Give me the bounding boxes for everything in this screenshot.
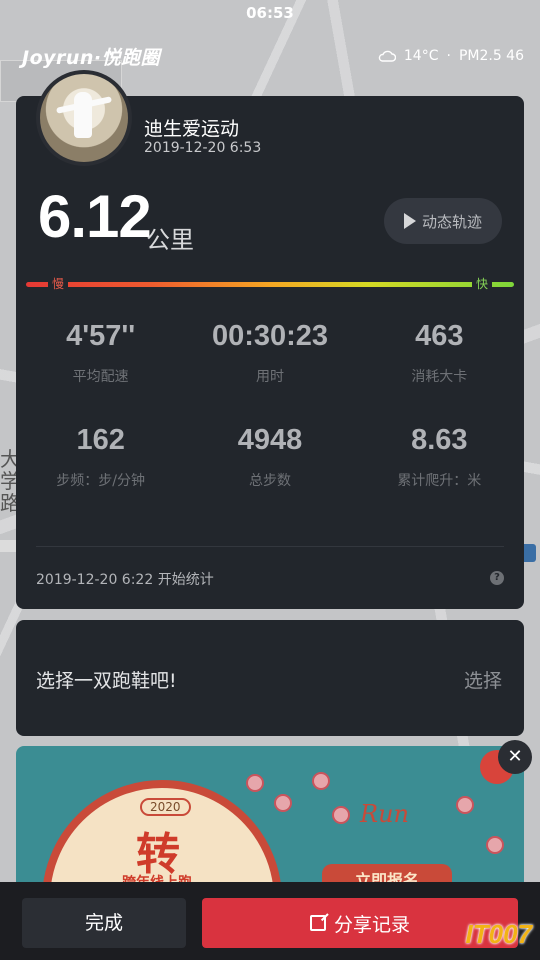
blossom-icon (486, 836, 504, 854)
route-replay-label: 动态轨迹 (421, 212, 482, 231)
pace-fast-label: 快 (471, 276, 492, 292)
site-watermark: IT007 (465, 919, 533, 949)
stat-label: 用时 (255, 369, 284, 385)
stat-label: 消耗大卡 (411, 369, 468, 385)
bottom-action-bar: 完成 分享记录 (0, 882, 540, 960)
promo-banner[interactable]: 2020 转 跨年线上跑 Run 立即报名 (16, 746, 524, 886)
divider (36, 546, 504, 547)
banner-run-text: Run (360, 800, 409, 828)
shoe-prompt: 选择一双跑鞋吧! (36, 670, 177, 692)
stat-value: 8.63 (411, 424, 468, 456)
run-datetime: 2019-12-20 6:53 (144, 140, 262, 156)
status-bar-time: 06:53 (246, 4, 294, 22)
share-icon (309, 915, 326, 931)
blossom-icon (332, 806, 350, 824)
stat-label: 总步数 (248, 473, 291, 489)
distance-unit: 公里 (146, 226, 194, 254)
stat-average-pace: 4'57'' 平均配速 (16, 318, 185, 386)
stat-duration: 00:30:23 用时 (185, 318, 354, 386)
stat-total-steps: 4948 总步数 (185, 422, 354, 490)
stats-grid: 4'57'' 平均配速 00:30:23 用时 463 消耗大卡 162 步频：… (16, 318, 524, 490)
blossom-icon (246, 774, 264, 792)
weather-info: 14°C · PM2.5 46 (378, 48, 524, 64)
stat-calories: 463 消耗大卡 (355, 318, 524, 386)
blossom-icon (456, 796, 474, 814)
avatar[interactable] (36, 70, 132, 166)
temperature: 14°C (403, 48, 439, 64)
play-icon (403, 213, 416, 229)
stat-label: 步频：步/分钟 (56, 473, 146, 489)
share-record-label: 分享记录 (333, 913, 410, 936)
stat-label: 累计爬升：米 (397, 473, 482, 489)
user-name: 迪生爱运动 (144, 118, 240, 140)
blossom-icon (274, 794, 292, 812)
close-icon[interactable]: ✕ (498, 740, 532, 774)
shoe-select-card[interactable]: 选择一双跑鞋吧! 选择 (16, 620, 524, 736)
stat-elevation-gain: 8.63 累计爬升：米 (355, 422, 524, 490)
done-button[interactable]: 完成 (22, 898, 186, 948)
stat-value: 4948 (237, 424, 303, 456)
separator-dot: · (446, 48, 451, 64)
stat-label: 平均配速 (72, 369, 129, 385)
stat-cadence: 162 步频：步/分钟 (16, 422, 185, 490)
top-bar: Joyrun·悦跑圈 14°C · PM2.5 46 (22, 40, 524, 72)
start-time-text: 2019-12-20 6:22 开始统计 (36, 572, 214, 588)
app-logo: Joyrun·悦跑圈 (22, 46, 161, 69)
pace-gradient-bar: 慢 快 (26, 276, 514, 292)
air-quality: PM2.5 46 (458, 48, 524, 64)
shoe-select-link[interactable]: 选择 (464, 666, 502, 693)
stat-value: 00:30:23 (211, 320, 329, 352)
run-summary-card: 迪生爱运动 2019-12-20 6:53 6.12 公里 动态轨迹 慢 快 4… (16, 70, 524, 609)
stat-value: 463 (415, 320, 464, 352)
pace-slow-label: 慢 (48, 276, 69, 292)
blossom-icon (312, 772, 330, 790)
avatar-figure (74, 92, 92, 138)
pace-gradient (26, 282, 514, 287)
map-road (0, 540, 16, 552)
stat-value: 162 (76, 424, 125, 456)
stat-value: 4'57'' (66, 320, 136, 352)
help-icon[interactable]: ? (490, 571, 504, 585)
route-replay-button[interactable]: 动态轨迹 (384, 198, 502, 244)
banner-year-badge: 2020 (140, 798, 191, 816)
distance-value: 6.12 (38, 183, 152, 250)
cloud-icon (378, 50, 396, 62)
